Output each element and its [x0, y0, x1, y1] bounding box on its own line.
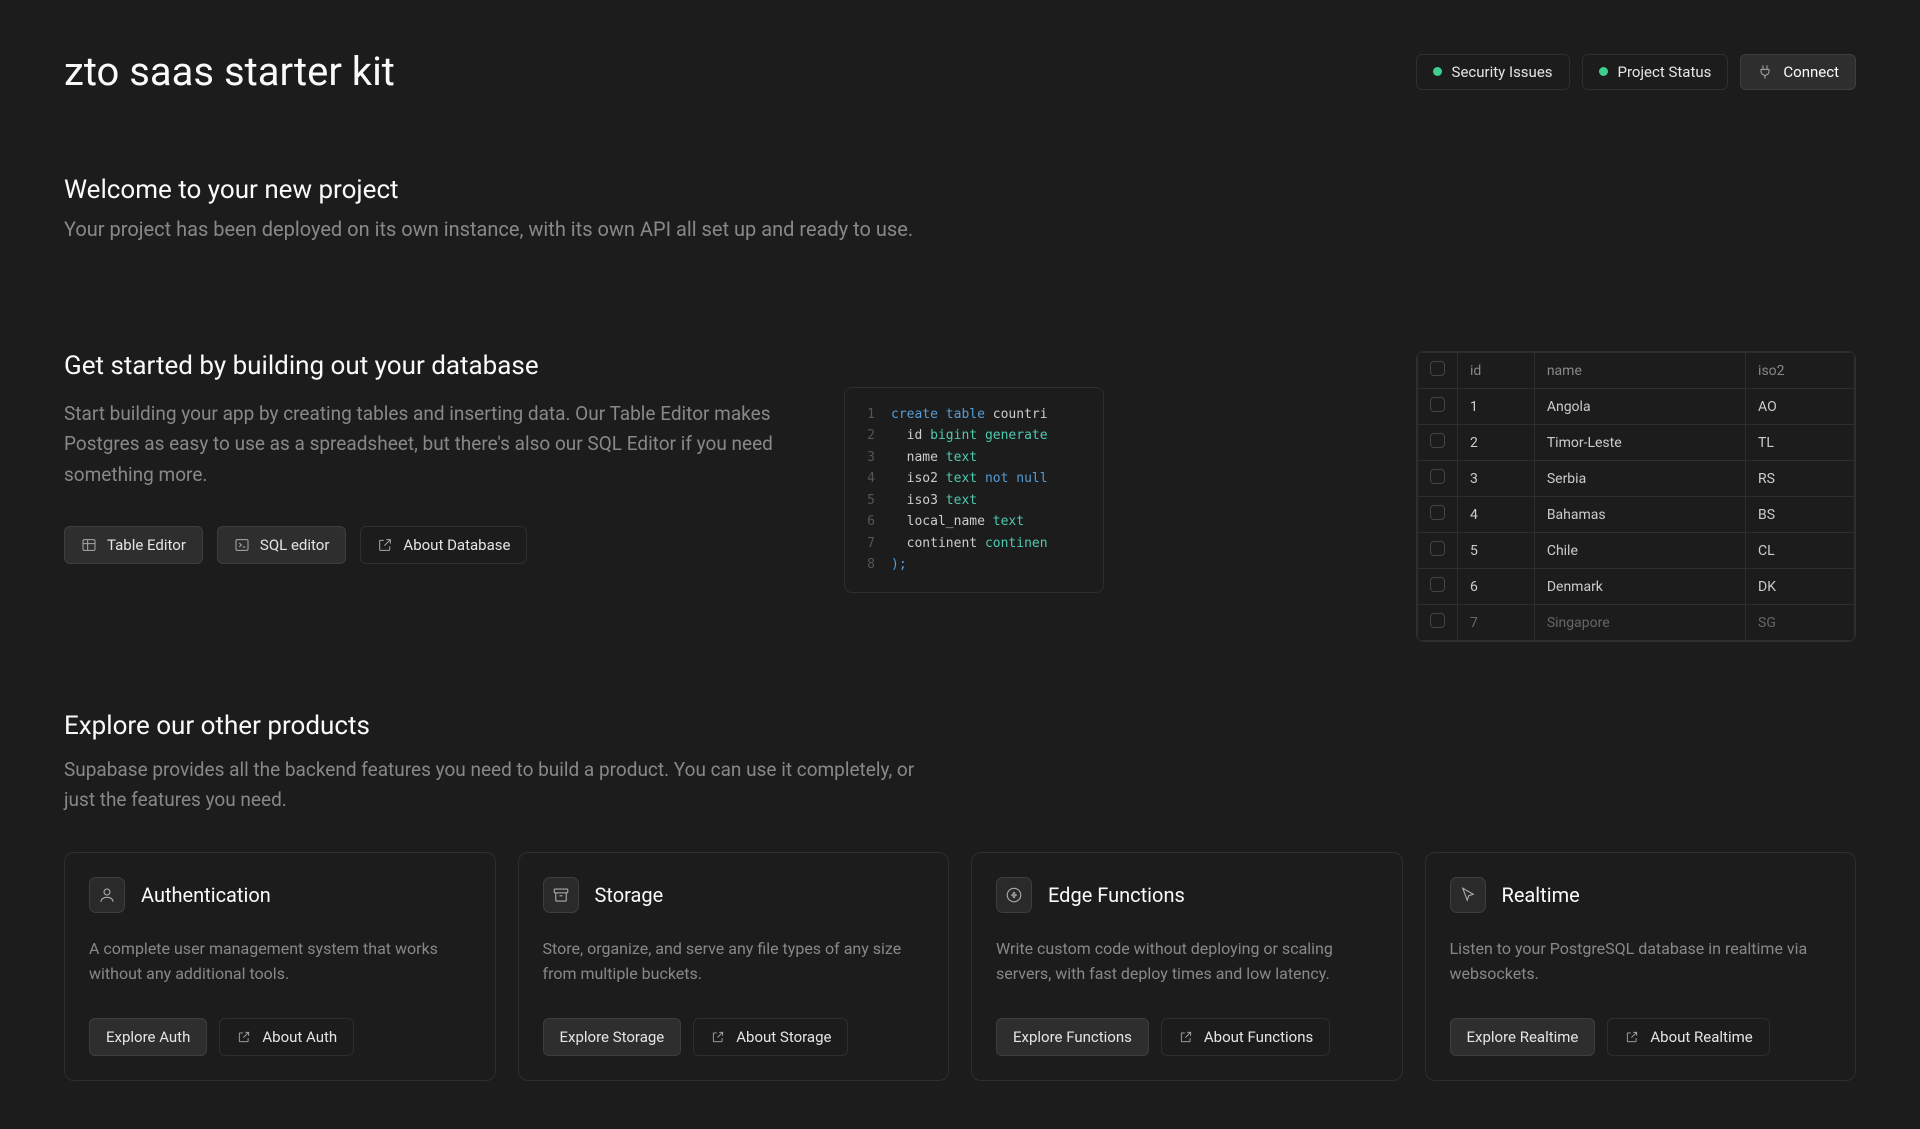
function-icon	[996, 877, 1032, 913]
status-dot-icon	[1433, 67, 1442, 76]
about-database-button[interactable]: About Database	[360, 526, 527, 564]
checkbox[interactable]	[1430, 361, 1445, 376]
checkbox[interactable]	[1430, 433, 1445, 448]
table-preview: id name iso2 1AngolaAO 2Timor-LesteTL 3S…	[1416, 351, 1856, 642]
col-iso2: iso2	[1746, 353, 1855, 389]
line-number: 8	[865, 554, 875, 575]
about-auth-button[interactable]: About Auth	[219, 1018, 354, 1056]
about-realtime-button[interactable]: About Realtime	[1607, 1018, 1769, 1056]
user-icon	[89, 877, 125, 913]
table-row[interactable]: 6DenmarkDK	[1418, 569, 1855, 605]
line-number: 3	[865, 447, 875, 468]
checkbox[interactable]	[1430, 577, 1445, 592]
db-body: Start building your app by creating tabl…	[64, 399, 784, 490]
table-editor-label: Table Editor	[107, 536, 186, 554]
checkbox[interactable]	[1430, 469, 1445, 484]
code-preview: 1create table countri 2 id bigint genera…	[844, 387, 1104, 593]
explore-storage-button[interactable]: Explore Storage	[543, 1018, 682, 1056]
connect-button[interactable]: Connect	[1740, 54, 1856, 90]
card-authentication: Authentication A complete user managemen…	[64, 852, 496, 1082]
line-number: 4	[865, 468, 875, 489]
card-title: Storage	[595, 883, 664, 907]
welcome-heading: Welcome to your new project	[64, 175, 1856, 205]
header-actions: Security Issues Project Status Connect	[1416, 54, 1856, 90]
table-row[interactable]: 4BahamasBS	[1418, 497, 1855, 533]
explore-sub: Supabase provides all the backend featur…	[64, 755, 944, 816]
checkbox[interactable]	[1430, 397, 1445, 412]
cursor-icon	[1450, 877, 1486, 913]
status-label: Project Status	[1618, 63, 1712, 81]
database-section: Get started by building out your databas…	[64, 351, 1856, 601]
card-title: Realtime	[1502, 883, 1580, 907]
line-number: 7	[865, 533, 875, 554]
plug-icon	[1757, 64, 1773, 80]
table-row[interactable]: 1AngolaAO	[1418, 389, 1855, 425]
card-desc: Listen to your PostgreSQL database in re…	[1450, 937, 1832, 987]
external-link-icon	[1178, 1029, 1194, 1045]
table-row[interactable]: 5ChileCL	[1418, 533, 1855, 569]
welcome-section: Welcome to your new project Your project…	[64, 175, 1856, 241]
card-desc: Store, organize, and serve any file type…	[543, 937, 925, 987]
card-title: Authentication	[141, 883, 271, 907]
about-db-label: About Database	[403, 536, 510, 554]
db-actions: Table Editor SQL editor About Database	[64, 526, 784, 564]
archive-icon	[543, 877, 579, 913]
checkbox[interactable]	[1430, 613, 1445, 628]
sql-editor-label: SQL editor	[260, 536, 330, 554]
product-cards: Authentication A complete user managemen…	[64, 852, 1856, 1082]
line-number: 5	[865, 490, 875, 511]
line-number: 2	[865, 425, 875, 446]
connect-label: Connect	[1783, 63, 1839, 81]
terminal-icon	[234, 537, 250, 553]
table-icon	[81, 537, 97, 553]
card-edge-functions: Edge Functions Write custom code without…	[971, 852, 1403, 1082]
explore-auth-button[interactable]: Explore Auth	[89, 1018, 207, 1056]
line-number: 6	[865, 511, 875, 532]
col-name: name	[1534, 353, 1745, 389]
explore-section: Explore our other products Supabase prov…	[64, 711, 1856, 1081]
project-status-button[interactable]: Project Status	[1582, 54, 1729, 90]
database-intro: Get started by building out your databas…	[64, 351, 784, 601]
external-link-icon	[1624, 1029, 1640, 1045]
card-realtime: Realtime Listen to your PostgreSQL datab…	[1425, 852, 1857, 1082]
welcome-sub: Your project has been deployed on its ow…	[64, 217, 1856, 241]
card-storage: Storage Store, organize, and serve any f…	[518, 852, 950, 1082]
card-desc: Write custom code without deploying or s…	[996, 937, 1378, 987]
about-storage-button[interactable]: About Storage	[693, 1018, 848, 1056]
line-number: 1	[865, 404, 875, 425]
external-link-icon	[236, 1029, 252, 1045]
explore-heading: Explore our other products	[64, 711, 1856, 741]
table-row[interactable]: 7SingaporeSG	[1418, 605, 1855, 641]
project-title: zto saas starter kit	[64, 48, 395, 95]
sql-editor-button[interactable]: SQL editor	[217, 526, 347, 564]
card-title: Edge Functions	[1048, 883, 1185, 907]
status-dot-icon	[1599, 67, 1608, 76]
db-heading: Get started by building out your databas…	[64, 351, 784, 381]
card-desc: A complete user management system that w…	[89, 937, 471, 987]
col-id: id	[1458, 353, 1535, 389]
about-functions-button[interactable]: About Functions	[1161, 1018, 1330, 1056]
external-link-icon	[377, 537, 393, 553]
table-row[interactable]: 2Timor-LesteTL	[1418, 425, 1855, 461]
explore-functions-button[interactable]: Explore Functions	[996, 1018, 1149, 1056]
explore-realtime-button[interactable]: Explore Realtime	[1450, 1018, 1596, 1056]
database-preview: 1create table countri 2 id bigint genera…	[844, 351, 1856, 601]
security-label: Security Issues	[1452, 63, 1553, 81]
checkbox[interactable]	[1430, 541, 1445, 556]
table-header-row: id name iso2	[1418, 353, 1855, 389]
table-editor-button[interactable]: Table Editor	[64, 526, 203, 564]
table-row[interactable]: 3SerbiaRS	[1418, 461, 1855, 497]
checkbox[interactable]	[1430, 505, 1445, 520]
security-issues-button[interactable]: Security Issues	[1416, 54, 1570, 90]
external-link-icon	[710, 1029, 726, 1045]
header: zto saas starter kit Security Issues Pro…	[64, 48, 1856, 95]
